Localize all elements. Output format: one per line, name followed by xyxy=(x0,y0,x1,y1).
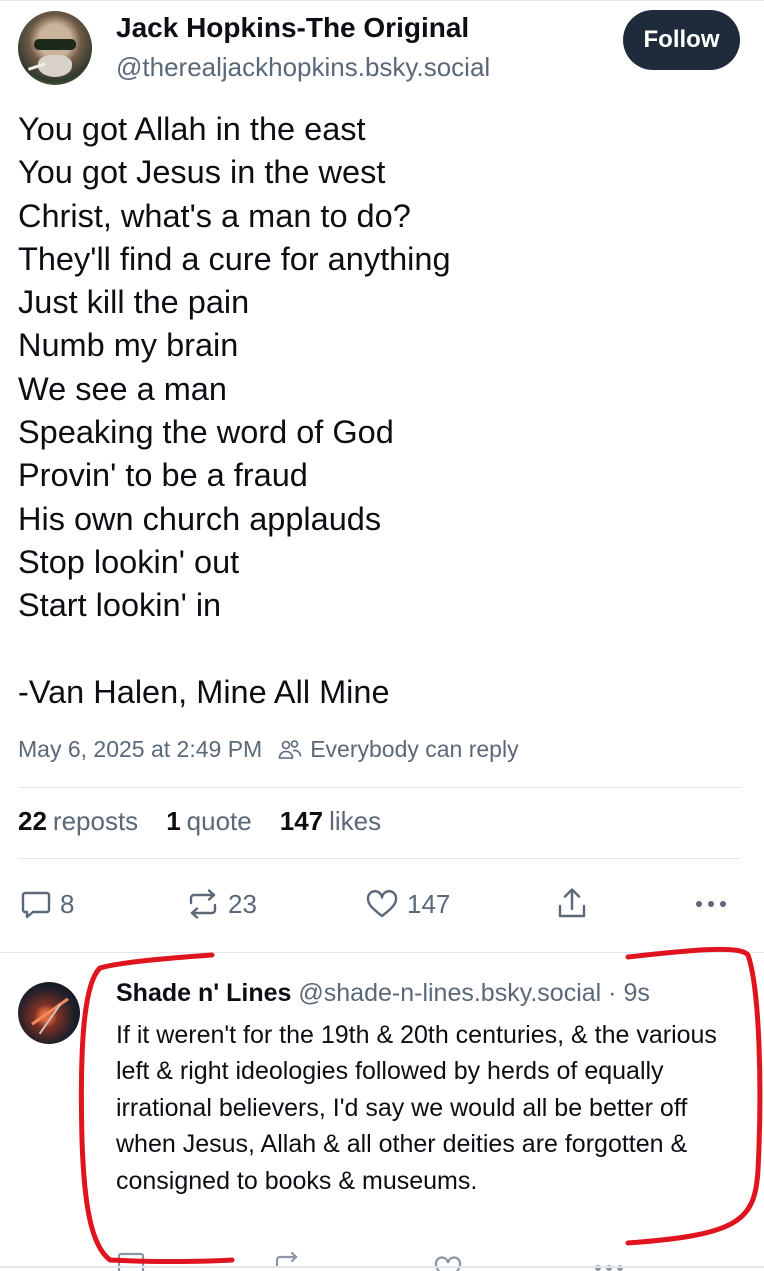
likes-count: 147 xyxy=(279,806,324,836)
quotes-label: quote xyxy=(186,806,252,836)
post-line: Provin' to be a fraud xyxy=(18,457,308,494)
more-icon xyxy=(696,901,726,907)
reply-author-avatar[interactable] xyxy=(18,982,80,1044)
follow-button[interactable]: Follow xyxy=(623,10,740,70)
heart-icon xyxy=(366,890,398,918)
reply-icon xyxy=(21,891,51,919)
reply-age[interactable]: 9s xyxy=(623,979,649,1007)
reply-display-name[interactable]: Shade n' Lines xyxy=(116,979,291,1007)
reply-count: 8 xyxy=(60,888,75,919)
reply-setting[interactable]: Everybody can reply xyxy=(310,736,518,763)
like-button[interactable]: 147 xyxy=(365,880,450,928)
quotes-count: 1 xyxy=(166,806,181,836)
reply-separator: · xyxy=(608,979,617,1007)
post-line: Speaking the word of God xyxy=(18,414,394,451)
reply-header: Shade n' Lines @shade-n-lines.bsky.socia… xyxy=(116,979,650,1008)
quotes-stat[interactable]: 1 quote xyxy=(166,806,252,837)
top-border xyxy=(0,0,764,1)
avatar-glasses xyxy=(34,39,76,50)
post-meta: May 6, 2025 at 2:49 PM Everybody can rep… xyxy=(18,736,519,763)
post-actions: 8 23 147 xyxy=(0,880,764,928)
author-handle[interactable]: @therealjackhopkins.bsky.social xyxy=(116,52,490,83)
post-line: His own church applauds xyxy=(18,500,382,537)
reposts-label: reposts xyxy=(52,806,139,836)
divider xyxy=(18,858,740,859)
post-line: You got Allah in the east xyxy=(18,111,366,147)
post-line: They'll find a cure for anything xyxy=(18,240,451,277)
post-stats: 22 reposts 1 quote 147 likes xyxy=(18,806,409,837)
like-count: 147 xyxy=(407,888,451,919)
post-timestamp[interactable]: May 6, 2025 at 2:49 PM xyxy=(18,736,262,763)
share-button[interactable] xyxy=(556,880,588,928)
reposts-stat[interactable]: 22 reposts xyxy=(18,806,138,837)
author-display-name[interactable]: Jack Hopkins-The Original xyxy=(116,12,469,44)
more-options-button[interactable] xyxy=(694,880,728,928)
repost-button[interactable]: 23 xyxy=(186,880,257,928)
repost-count: 23 xyxy=(228,888,257,919)
bottom-border xyxy=(0,1266,764,1268)
post-line: We see a man xyxy=(18,370,227,407)
post-line: Just kill the pain xyxy=(18,284,250,321)
post-text: You got Allah in the east You got Jesus … xyxy=(18,108,451,714)
post-line: Christ, what's a man to do? xyxy=(18,197,411,234)
post-line: You got Jesus in the west xyxy=(18,154,386,191)
avatar-artwork xyxy=(31,997,69,1026)
thread-divider xyxy=(0,952,764,953)
people-icon xyxy=(278,739,302,761)
post-line-blank xyxy=(18,628,451,671)
repost-icon xyxy=(189,889,217,919)
post-line: Numb my brain xyxy=(18,327,239,364)
likes-stat[interactable]: 147 likes xyxy=(280,806,381,837)
likes-label: likes xyxy=(329,806,382,836)
reposts-count: 22 xyxy=(18,806,47,836)
post-line: Stop lookin' out xyxy=(18,543,240,580)
author-avatar[interactable] xyxy=(18,11,92,85)
reply-text: If it weren't for the 19th & 20th centur… xyxy=(116,1021,717,1195)
divider xyxy=(18,787,740,788)
post-line: Start lookin' in xyxy=(18,587,222,624)
reply-button[interactable]: 8 xyxy=(20,880,74,928)
share-icon xyxy=(558,888,586,918)
reply-handle[interactable]: @shade-n-lines.bsky.social xyxy=(298,979,601,1007)
post-line: -Van Halen, Mine All Mine xyxy=(18,673,390,710)
